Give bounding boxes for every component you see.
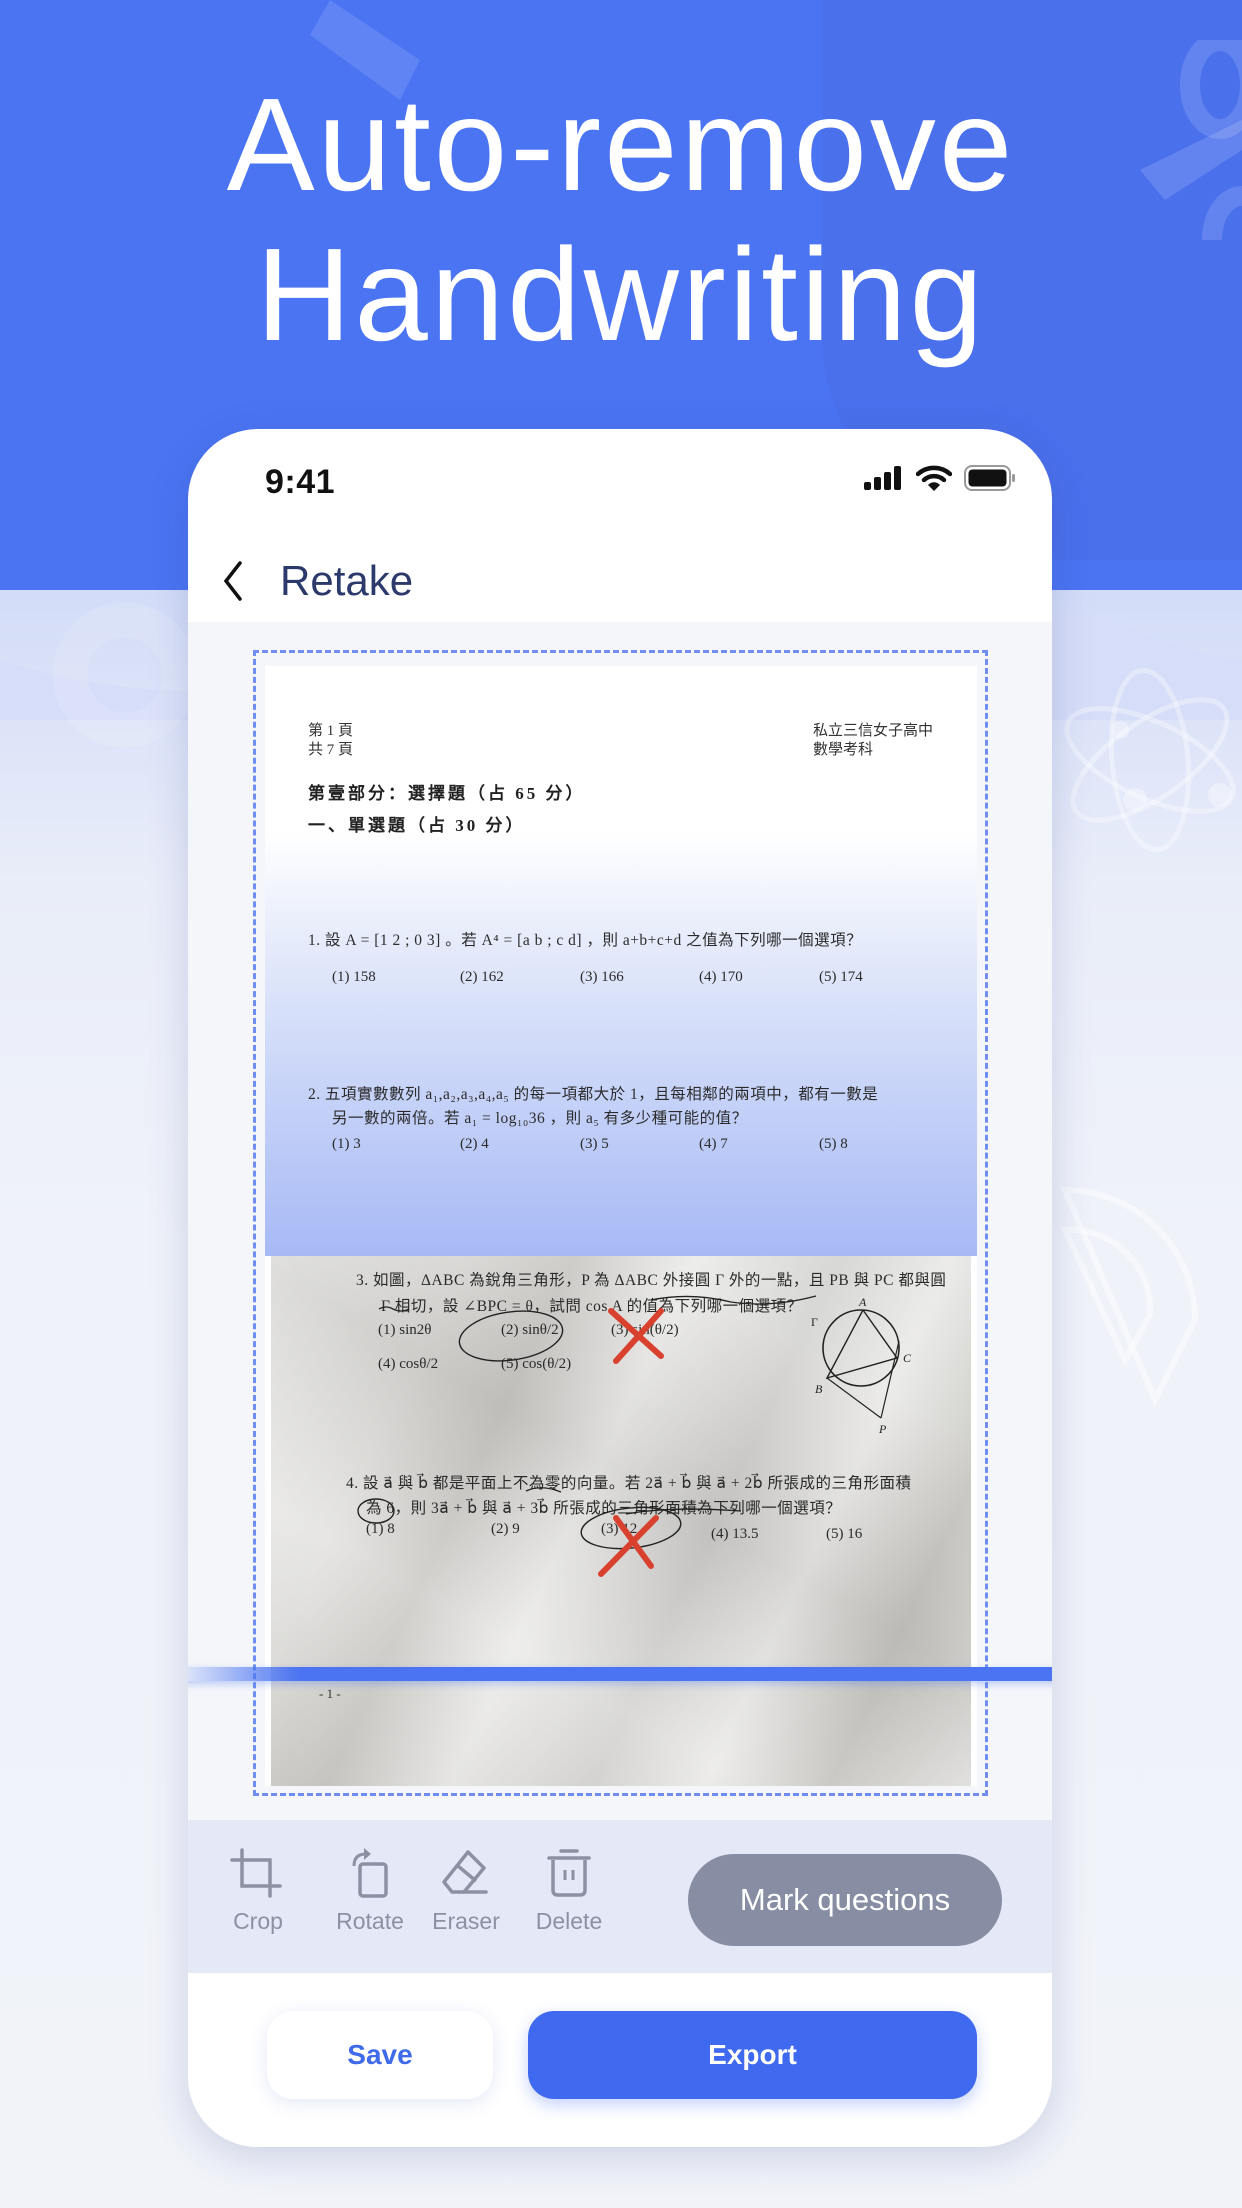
decorative-ring-shape bbox=[52, 602, 190, 748]
eraser-icon bbox=[442, 1850, 488, 1894]
crop-icon bbox=[230, 1848, 282, 1898]
atom-icon bbox=[1064, 667, 1236, 853]
delete-button[interactable]: Delete bbox=[524, 1848, 614, 1935]
rotate-icon bbox=[352, 1848, 388, 1898]
crop-button[interactable]: Crop bbox=[213, 1848, 303, 1935]
phone-screen: 9:41 Retake 第 1 頁 共 7 頁 私立三信女子高中 數學考科 第壹… bbox=[188, 429, 1052, 2147]
status-time: 9:41 bbox=[265, 463, 336, 501]
cellular-signal-icon bbox=[864, 466, 901, 490]
rotate-label: Rotate bbox=[336, 1908, 404, 1934]
wifi-icon bbox=[916, 465, 952, 491]
save-button[interactable]: Save bbox=[267, 2011, 493, 2099]
hero-title: Auto-remove Handwriting bbox=[0, 70, 1242, 370]
nav-bar: Retake bbox=[188, 539, 1052, 623]
status-icons bbox=[864, 465, 1016, 491]
crop-frame[interactable] bbox=[253, 650, 988, 1796]
action-bar: Save Export bbox=[188, 1973, 1052, 2147]
trash-icon bbox=[547, 1849, 591, 1897]
protractor-icon bbox=[1060, 1186, 1199, 1408]
hero-title-line-1: Auto-remove bbox=[226, 71, 1016, 218]
rotate-button[interactable]: Rotate bbox=[325, 1848, 415, 1935]
mark-questions-button[interactable]: Mark questions bbox=[688, 1854, 1002, 1946]
battery-icon bbox=[964, 465, 1015, 491]
document-viewer: 第 1 頁 共 7 頁 私立三信女子高中 數學考科 第壹部分：選擇題（占 65 … bbox=[188, 622, 1052, 1820]
hero-title-line-2: Handwriting bbox=[256, 221, 986, 368]
retake-button[interactable]: Retake bbox=[280, 557, 413, 605]
edit-toolbar: Crop Rotate Eraser Delete Mark questions bbox=[188, 1820, 1052, 1973]
chevron-left-icon[interactable] bbox=[218, 559, 248, 603]
crop-label: Crop bbox=[233, 1908, 283, 1934]
eraser-label: Eraser bbox=[432, 1908, 500, 1934]
eraser-button[interactable]: Eraser bbox=[421, 1848, 511, 1935]
delete-label: Delete bbox=[535, 1908, 603, 1934]
scan-line bbox=[188, 1667, 1052, 1681]
export-button[interactable]: Export bbox=[528, 2011, 977, 2099]
